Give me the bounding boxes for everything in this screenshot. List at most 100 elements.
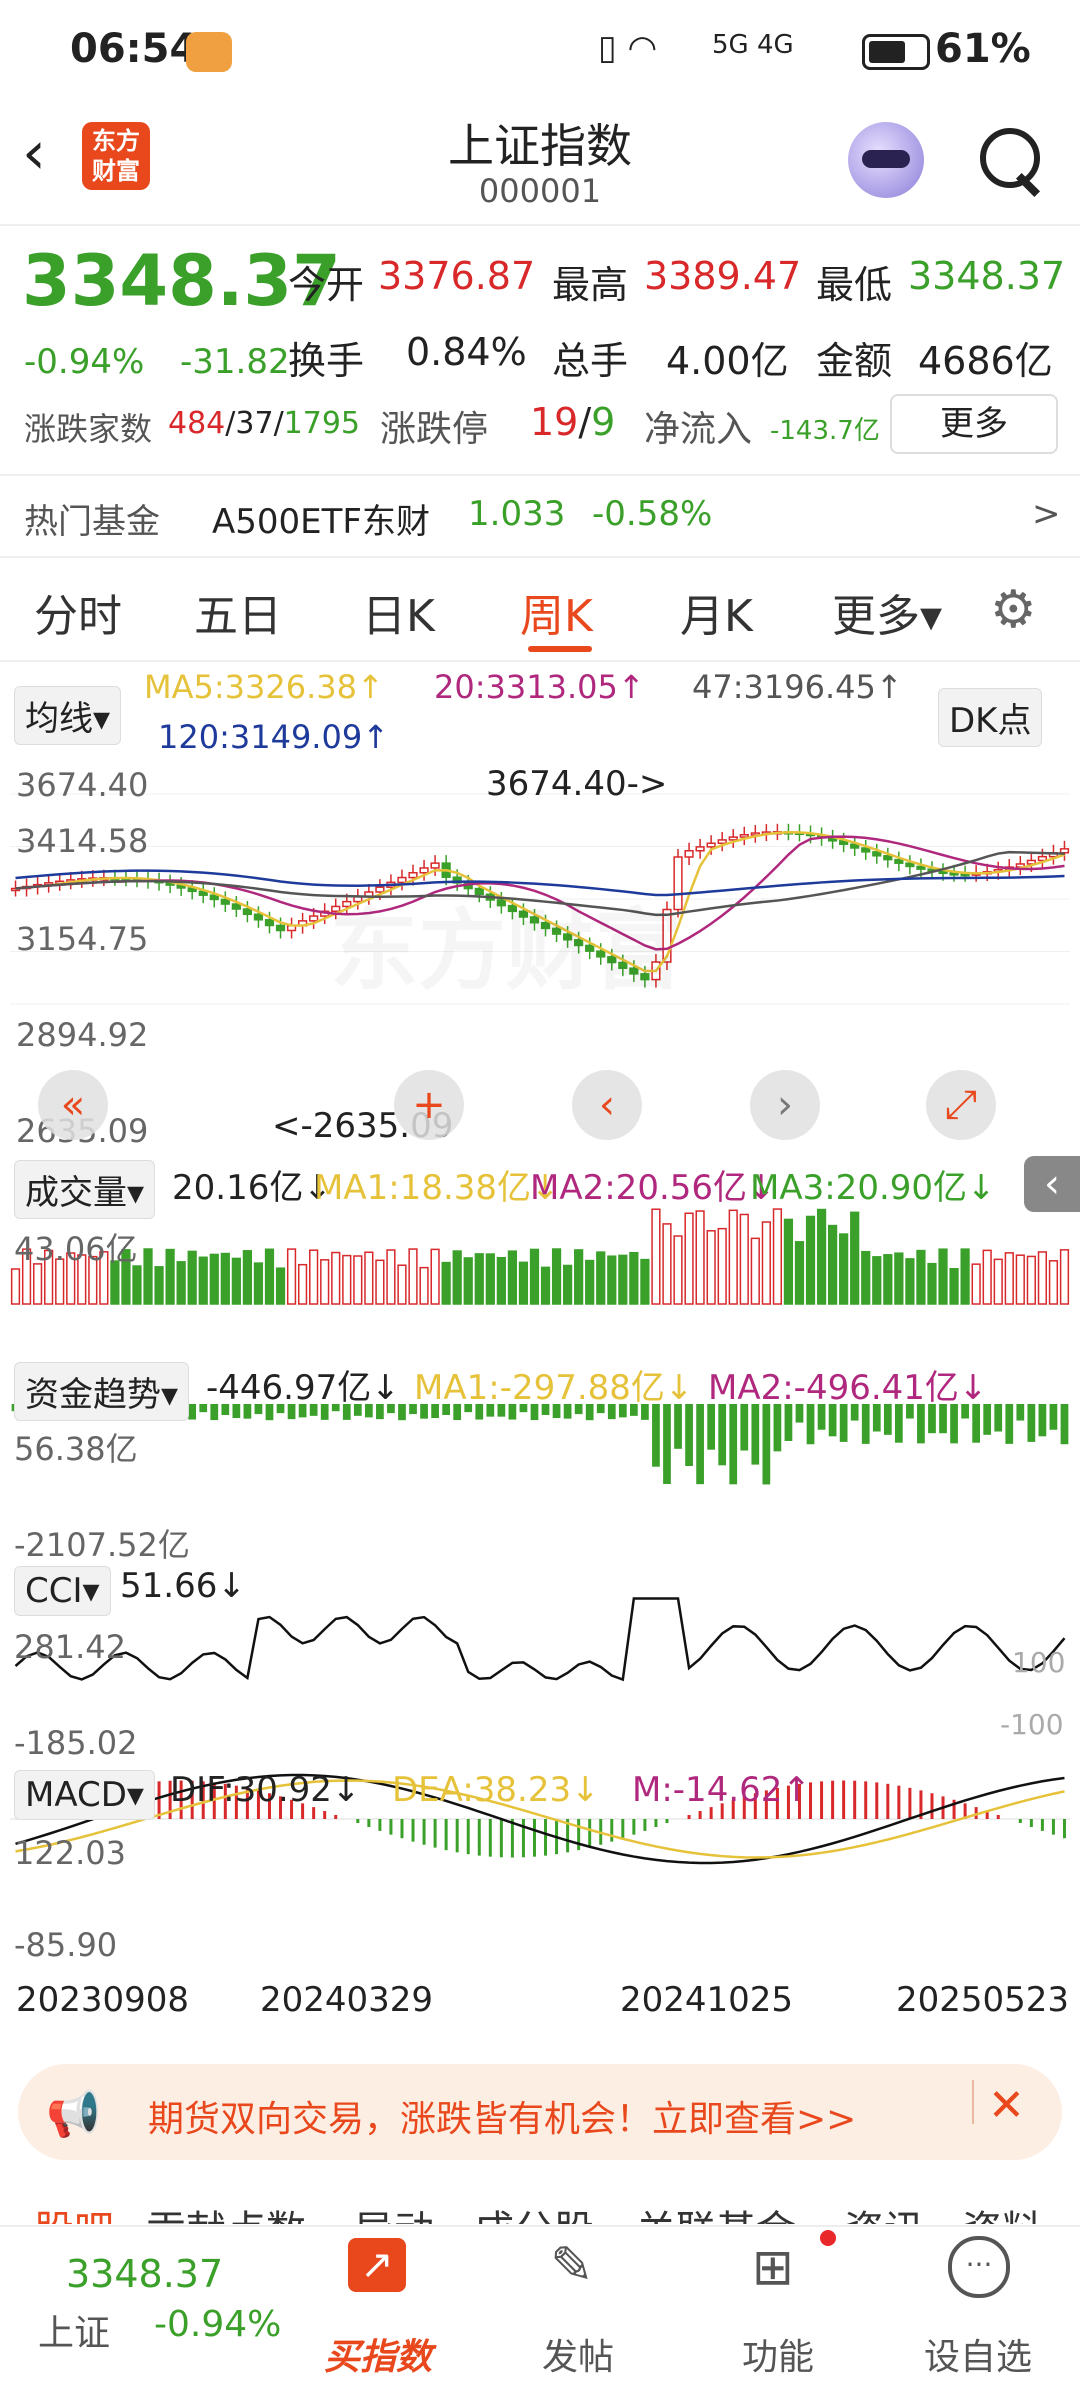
volume-bar — [198, 1256, 208, 1305]
fund-bar — [950, 1404, 958, 1444]
macd-tick: 122.03 — [14, 1834, 126, 1872]
add-watchlist-button[interactable]: 设自选 — [898, 2328, 1058, 2380]
macd-dif: DIF:30.92↓ — [170, 1770, 361, 1810]
volume-bar — [297, 1263, 308, 1305]
volume-bar — [596, 1251, 606, 1305]
bottom-index-price[interactable]: 3348.37 — [66, 2252, 223, 2296]
rewind-icon[interactable]: « — [38, 1070, 108, 1140]
tab-day-k[interactable]: 日K — [362, 580, 435, 644]
fund-bar — [652, 1404, 660, 1467]
dk-point-toggle[interactable]: DK点 — [938, 688, 1043, 747]
tab-more[interactable]: 更多▾ — [832, 580, 942, 644]
candle — [717, 839, 727, 844]
volume-chart — [10, 1208, 1070, 1305]
volume-bar — [419, 1266, 429, 1305]
bottom-index-name[interactable]: 上证 — [38, 2304, 110, 2356]
bottom-index-pct[interactable]: -0.94% — [154, 2304, 281, 2345]
volume-bar — [772, 1208, 783, 1305]
buy-chart-icon[interactable]: ↗ — [348, 2238, 406, 2292]
volume-ma2: MA2:20.56亿↓ — [530, 1168, 776, 1208]
macd-m: M:-14.62↑ — [632, 1770, 811, 1810]
post-button[interactable]: 发帖 — [498, 2328, 658, 2380]
candle — [408, 872, 418, 879]
fund-bar — [972, 1404, 981, 1443]
status-time: 06:54 — [70, 26, 198, 72]
chevron-left-icon[interactable]: ‹ — [572, 1070, 642, 1140]
function-button[interactable]: 功能 — [698, 2328, 858, 2380]
volume-bar — [640, 1258, 650, 1305]
tab-five-day[interactable]: 五日 — [194, 580, 282, 644]
banner-text[interactable]: 期货双向交易，涨跌皆有机会！立即查看>> — [148, 2090, 856, 2142]
collapse-panel-icon[interactable]: ‹ — [1024, 1156, 1080, 1212]
subtab-news[interactable]: 资讯 — [844, 2198, 924, 2224]
volume-bar — [662, 1223, 672, 1305]
volume-bar — [264, 1248, 275, 1305]
close-icon[interactable]: ✕ — [988, 2080, 1025, 2131]
divider — [972, 2080, 974, 2124]
cci-selector[interactable]: CCI▾ — [14, 1566, 111, 1616]
fund-bar — [718, 1404, 727, 1466]
volume-bar — [430, 1248, 440, 1305]
more-button[interactable]: 更多 — [890, 394, 1058, 454]
volume-bar — [684, 1212, 694, 1305]
volume-bar — [320, 1259, 330, 1305]
buy-index-button[interactable]: 买指数 — [298, 2328, 458, 2380]
volume-bar — [938, 1248, 948, 1305]
fund-bar — [740, 1404, 749, 1451]
expand-icon[interactable]: ⤢ — [926, 1070, 996, 1140]
subtab-info[interactable]: 资料 — [962, 2198, 1042, 2224]
volume-label: 总手 — [552, 339, 629, 383]
fund-bar — [729, 1404, 738, 1485]
fund-trend-selector[interactable]: 资金趋势▾ — [14, 1362, 190, 1421]
k-tick: 3414.58 — [16, 822, 149, 860]
volume-selector[interactable]: 成交量▾ — [14, 1160, 156, 1219]
edit-post-icon[interactable]: ✎ — [550, 2236, 594, 2296]
subtab-related-funds[interactable]: 关联基金 — [636, 2198, 796, 2224]
macd-selector[interactable]: MACD▾ — [14, 1770, 155, 1820]
fund-bar — [1027, 1404, 1036, 1442]
crosshair-icon[interactable]: + — [394, 1070, 464, 1140]
subtab-guba[interactable]: 股吧 — [34, 2198, 114, 2224]
ma47-value: 47:3196.45↑ — [692, 668, 903, 706]
fund-bar — [917, 1404, 925, 1444]
volume-bar — [342, 1254, 352, 1305]
tab-fenshi[interactable]: 分时 — [34, 580, 122, 644]
volume-bar — [883, 1254, 893, 1305]
assistant-robot-icon[interactable] — [848, 122, 924, 198]
subtab-contribution[interactable]: 贡献点数 — [146, 2198, 306, 2224]
hot-fund-name[interactable]: A500ETF东财 — [212, 494, 430, 543]
volume-bar — [386, 1249, 396, 1305]
volume-bar — [441, 1261, 451, 1305]
volume-bar — [629, 1251, 639, 1305]
volume-bar — [286, 1248, 297, 1305]
fund-trend-ma1: MA1:-297.88亿↓ — [414, 1368, 694, 1408]
candle — [894, 858, 904, 864]
volume-bar — [1048, 1260, 1059, 1305]
watchlist-icon[interactable]: ··· — [948, 2236, 1010, 2298]
fund-trend-value: -446.97亿↓ — [206, 1368, 400, 1408]
volume-bar — [982, 1249, 992, 1305]
k-tick: 3674.40 — [16, 766, 149, 804]
tab-month-k[interactable]: 月K — [680, 580, 753, 644]
tab-week-k[interactable]: 周K — [520, 580, 593, 644]
breadth-values: 484/37/1795 — [168, 406, 361, 441]
signal-icon: 5G 4G — [712, 30, 794, 60]
battery-percent: 61% — [935, 26, 1031, 72]
chevron-right-icon[interactable]: › — [750, 1070, 820, 1140]
volume-bar — [231, 1257, 241, 1305]
subtab-movement[interactable]: 异动 — [354, 2198, 434, 2224]
date-label: 20240329 — [260, 1980, 434, 2020]
change-value: -31.82 — [180, 342, 290, 382]
search-icon[interactable] — [980, 128, 1040, 188]
function-grid-icon[interactable]: ⊞ — [752, 2238, 794, 2296]
settings-gear-icon[interactable]: ⚙ — [990, 580, 1037, 640]
chevron-right-icon[interactable]: > — [1032, 494, 1061, 534]
ma-selector[interactable]: 均线▾ — [14, 686, 122, 745]
netflow-value: -143.7亿 — [770, 416, 880, 446]
subtab-components[interactable]: 成分股 — [474, 2198, 594, 2224]
k-tick: 2894.92 — [16, 1016, 149, 1054]
fund-bar — [188, 1404, 197, 1420]
volume-bar — [187, 1250, 197, 1305]
open-value: 3376.87 — [378, 254, 536, 298]
amount-value: 4686亿 — [918, 339, 1053, 383]
